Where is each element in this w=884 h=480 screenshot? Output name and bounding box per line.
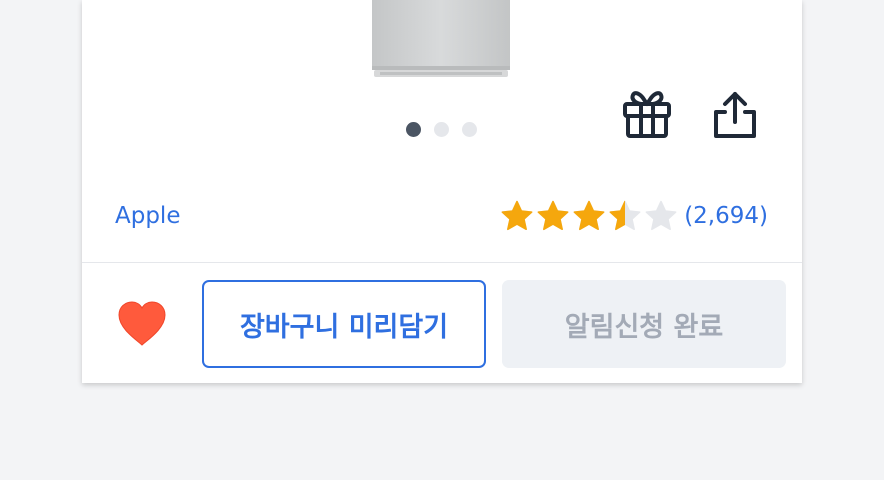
star-icon [573,200,605,231]
heart-icon [118,301,166,346]
pager-dot[interactable] [462,122,477,137]
product-card: Apple (2,694) 장바구니 미리담기 알림신청 완료 [82,0,802,383]
image-pager [406,122,477,137]
add-to-cart-button[interactable]: 장바구니 미리담기 [202,280,486,368]
product-image [372,0,510,77]
gift-icon [623,91,671,138]
share-icon [714,92,756,138]
brand-link[interactable]: Apple [115,203,180,229]
rating: (2,694) [501,200,768,232]
star-icon [609,200,641,231]
pager-dot[interactable] [434,122,449,137]
pager-dot[interactable] [406,122,421,137]
review-count-link[interactable]: (2,694) [684,203,768,229]
divider [82,262,802,263]
wishlist-button[interactable] [116,300,168,348]
gift-button[interactable] [620,88,674,142]
notification-complete-button[interactable]: 알림신청 완료 [502,280,786,368]
star-icon [501,200,533,231]
star-icon [537,200,569,231]
rating-stars [501,200,677,232]
share-button[interactable] [708,88,762,142]
star-icon [645,200,677,231]
